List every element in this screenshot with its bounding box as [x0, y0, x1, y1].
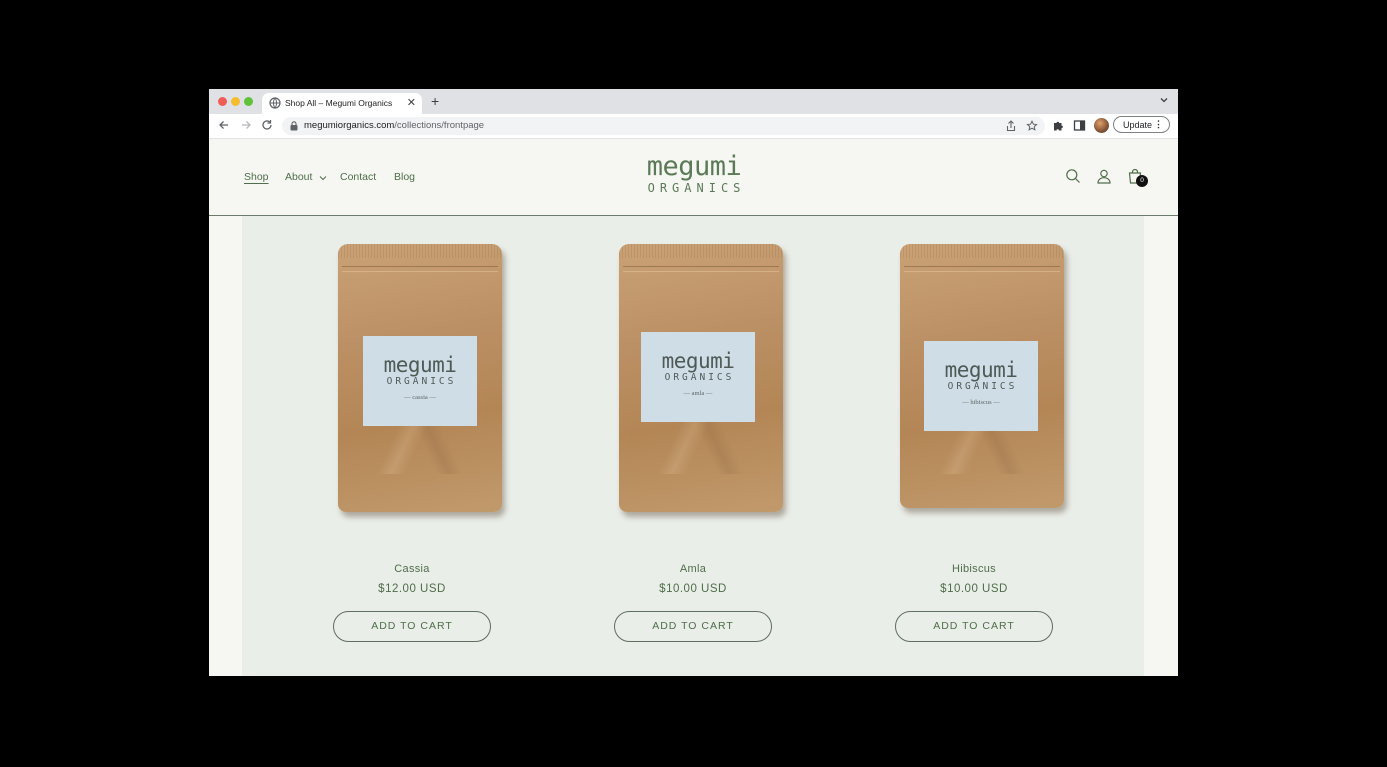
tab-shop-all[interactable]: Shop All – Megumi Organics ✕ — [262, 93, 422, 114]
nav-shop[interactable]: Shop — [244, 171, 269, 183]
back-arrow-icon[interactable] — [217, 118, 231, 132]
product-price: $10.00 USD — [940, 583, 1008, 595]
address-bar[interactable]: megumiorganics.com/collections/frontpage — [282, 117, 1045, 135]
extensions-puzzle-icon[interactable] — [1052, 119, 1065, 132]
new-tab-button[interactable]: + — [431, 92, 439, 110]
logo-wordmark: megumi — [646, 151, 742, 182]
cart-count-badge: 0 — [1136, 175, 1148, 187]
product-card: megumi ORGANICS — amla — Amla $10.00 USD… — [573, 216, 813, 676]
product-image[interactable]: megumi ORGANICS — amla — — [619, 244, 789, 516]
product-title[interactable]: Hibiscus — [854, 563, 1094, 575]
site-header: Shop About Contact Blog megumi ORGANICS … — [209, 139, 1178, 216]
product-price: $10.00 USD — [659, 583, 727, 595]
add-to-cart-button[interactable]: ADD TO CART — [333, 611, 491, 642]
pouch-label: megumi ORGANICS — amla — — [641, 332, 755, 422]
tab-bar: Shop All – Megumi Organics ✕ + — [209, 89, 1178, 114]
pouch-label: megumi ORGANICS — cassia — — [363, 336, 477, 426]
side-panel-icon[interactable] — [1073, 119, 1086, 132]
label-subtitle: ORGANICS — [664, 372, 735, 383]
browser-window: Shop All – Megumi Organics ✕ + megumiorg… — [209, 89, 1178, 676]
label-wordmark: megumi — [661, 349, 735, 373]
nav-contact[interactable]: Contact — [340, 171, 376, 183]
account-icon[interactable] — [1096, 168, 1112, 184]
site-logo[interactable]: megumi ORGANICS — [629, 151, 759, 196]
bookmark-star-icon[interactable] — [1026, 120, 1038, 132]
forward-arrow-icon[interactable] — [239, 118, 253, 132]
logo-subtitle: ORGANICS — [647, 181, 746, 195]
product-title[interactable]: Cassia — [292, 563, 532, 575]
profile-avatar[interactable] — [1094, 118, 1109, 133]
browser-toolbar: megumiorganics.com/collections/frontpage… — [209, 114, 1178, 139]
label-wordmark: megumi — [383, 353, 457, 377]
update-button[interactable]: Update ⋮ — [1113, 116, 1170, 133]
label-wordmark: megumi — [944, 358, 1018, 382]
nav-about[interactable]: About — [285, 171, 312, 183]
product-title[interactable]: Amla — [573, 563, 813, 575]
chevron-down-icon[interactable] — [319, 175, 327, 181]
product-image[interactable]: megumi ORGANICS — hibiscus — — [900, 244, 1070, 516]
add-to-cart-button[interactable]: ADD TO CART — [895, 611, 1053, 642]
label-product-name: — hibiscus — — [962, 399, 1000, 406]
chevron-down-icon[interactable] — [1159, 95, 1169, 105]
label-subtitle: ORGANICS — [947, 381, 1018, 392]
globe-icon — [269, 97, 281, 109]
more-menu-icon: ⋮ — [1154, 119, 1163, 129]
product-card: megumi ORGANICS — hibiscus — Hibiscus $1… — [854, 216, 1094, 676]
search-icon[interactable] — [1065, 168, 1081, 184]
pouch-label: megumi ORGANICS — hibiscus — — [924, 341, 1038, 431]
close-tab-icon[interactable]: ✕ — [407, 96, 416, 109]
lock-icon — [290, 121, 298, 131]
product-card: megumi ORGANICS — cassia — Cassia $12.00… — [292, 216, 532, 676]
product-image[interactable]: megumi ORGANICS — cassia — — [338, 244, 508, 516]
reload-icon[interactable] — [260, 118, 274, 132]
product-grid: megumi ORGANICS — cassia — Cassia $12.00… — [242, 216, 1144, 676]
nav-blog[interactable]: Blog — [394, 171, 415, 183]
label-subtitle: ORGANICS — [386, 376, 457, 387]
url-text: megumiorganics.com/collections/frontpage — [304, 120, 485, 131]
share-icon[interactable] — [1005, 120, 1017, 132]
add-to-cart-button[interactable]: ADD TO CART — [614, 611, 772, 642]
tab-title: Shop All – Megumi Organics — [285, 98, 393, 108]
minimize-window-button[interactable] — [231, 97, 240, 106]
label-product-name: — cassia — — [404, 394, 436, 401]
label-product-name: — amla — — [683, 390, 713, 397]
update-label: Update — [1123, 119, 1153, 130]
close-window-button[interactable] — [218, 97, 227, 106]
product-price: $12.00 USD — [378, 583, 446, 595]
maximize-window-button[interactable] — [244, 97, 253, 106]
